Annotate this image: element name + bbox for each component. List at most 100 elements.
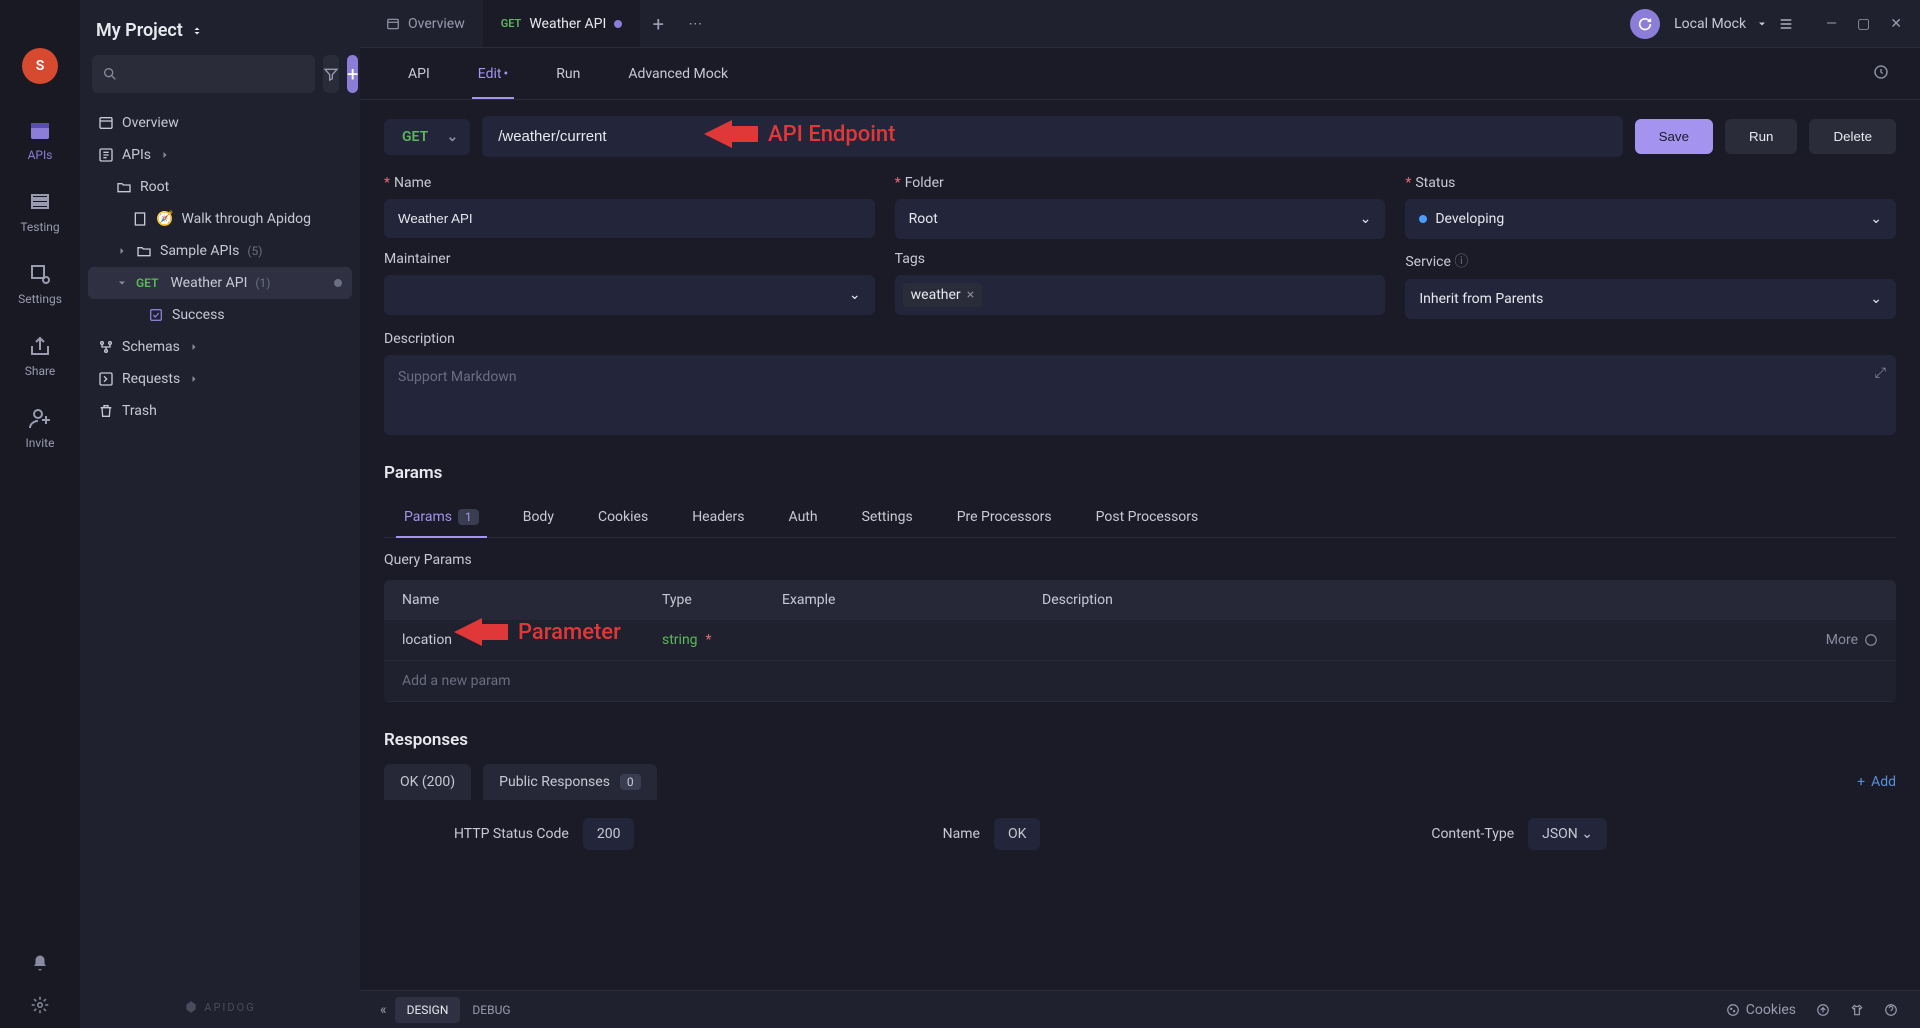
nav-testing[interactable]: Testing [0,176,80,248]
chevron-right-icon [116,245,128,257]
description-textarea[interactable]: Support Markdown ⤢ [384,355,1896,435]
resp-add-button[interactable]: +Add [1857,774,1896,790]
tree-requests[interactable]: Requests [88,363,352,395]
endpoint-input[interactable] [482,116,1622,157]
maximize-button[interactable]: ▢ [1853,12,1874,36]
subtabs: API Edit• Run Advanced Mock [360,48,1920,100]
response-tabs: OK (200) Public Responses 0 +Add [384,764,1896,800]
project-title[interactable]: My Project [80,0,360,55]
collapse-button[interactable]: « [372,998,395,1022]
field-tags: Tags weather× [895,251,1386,319]
avatar[interactable]: S [22,48,58,84]
maintainer-select[interactable]: ⌄ [384,275,875,315]
filter-button[interactable] [323,55,339,93]
run-button[interactable]: Run [1725,119,1797,154]
param-tab-params[interactable]: Params1 [384,497,499,537]
method-select[interactable]: GET ⌄ [384,119,470,155]
param-tab-post[interactable]: Post Processors [1076,497,1219,537]
param-tab-auth[interactable]: Auth [769,497,838,537]
responses-section-title: Responses [384,730,1896,750]
tab-weather-api[interactable]: GET Weather API [483,0,641,47]
status-select[interactable]: Developing ⌄ [1405,199,1896,239]
tags-input[interactable]: weather× [895,275,1386,315]
nav-apis[interactable]: APIs [0,104,80,176]
field-status: *Status Developing ⌄ [1405,175,1896,239]
param-tabs: Params1 Body Cookies Headers Auth Settin… [384,497,1896,538]
tag-remove-icon[interactable]: × [967,287,974,303]
subtab-advanced-mock[interactable]: Advanced Mock [604,48,752,99]
save-button[interactable]: Save [1635,119,1713,154]
params-section-title: Params [384,463,1896,483]
tree-trash[interactable]: Trash [88,395,352,427]
minimize-button[interactable]: — [1822,12,1841,36]
main: Overview GET Weather API + ⋯ Local Mock … [360,0,1920,1028]
http-status-input[interactable]: 200 [583,818,635,850]
folder-select[interactable]: Root ⌄ [895,199,1386,239]
tab-new[interactable]: + [640,6,676,42]
col-type: Type [662,592,782,608]
doc-icon [132,211,148,227]
service-select[interactable]: Inherit from Parents ⌄ [1405,279,1896,319]
param-row-add[interactable]: Add a new param [384,661,1896,702]
col-name: Name [402,592,662,608]
tree-walkthrough[interactable]: 🧭 Walk through Apidog [88,203,352,235]
nav-invite[interactable]: Invite [0,392,80,464]
delete-button[interactable]: Delete [1809,119,1896,154]
cookies-button[interactable]: Cookies [1716,1002,1806,1018]
nav-share[interactable]: Share [0,320,80,392]
name-input[interactable] [384,199,875,238]
tree-schemas[interactable]: Schemas [88,331,352,363]
menu-icon [1778,16,1794,32]
tree-overview[interactable]: Overview [88,107,352,139]
bb-tshirt-icon[interactable] [1840,1003,1874,1017]
tree-weather-api[interactable]: GET Weather API (1) [88,267,352,299]
resp-name-input[interactable]: OK [994,818,1040,850]
param-tab-body[interactable]: Body [503,497,574,537]
subtab-edit[interactable]: Edit• [454,48,532,99]
nav-settings-label: Settings [18,292,62,306]
filter-icon [323,66,339,82]
param-tab-cookies[interactable]: Cookies [578,497,668,537]
add-button[interactable]: + [347,55,358,93]
field-folder: *Folder Root ⌄ [895,175,1386,239]
env-select[interactable]: Local Mock [1660,16,1808,32]
tree-root[interactable]: Root [88,171,352,203]
modified-dot-icon [614,20,622,28]
chevron-right-icon [188,373,200,385]
param-tab-pre[interactable]: Pre Processors [937,497,1072,537]
tree: Overview APIs Root 🧭 Walk through Apidog… [80,107,360,986]
bb-help-icon[interactable] [1874,1003,1908,1017]
expand-icon[interactable]: ⤢ [1875,365,1886,381]
param-tab-settings[interactable]: Settings [842,497,933,537]
tree-apis[interactable]: APIs [88,139,352,171]
close-button[interactable]: ✕ [1886,12,1906,36]
search-input[interactable] [92,55,315,93]
field-name: *Name [384,175,875,239]
param-tab-headers[interactable]: Headers [672,497,764,537]
resp-tab-public[interactable]: Public Responses 0 [483,764,657,800]
calendar-icon [28,118,52,142]
nav-settings[interactable]: Settings [0,248,80,320]
param-name[interactable]: location [402,632,662,648]
param-more-button[interactable]: More [1826,632,1878,648]
subtab-run[interactable]: Run [532,48,604,99]
gear-icon[interactable] [21,986,59,1028]
preview-icon[interactable] [1866,57,1896,91]
notifications-icon[interactable] [21,944,59,986]
mode-debug[interactable]: DEBUG [460,997,522,1023]
tree-success[interactable]: Success [88,299,352,331]
content-type-select[interactable]: JSON ⌄ [1528,818,1607,850]
param-row[interactable]: location string* More Parameter [384,620,1896,661]
subtab-api[interactable]: API [384,48,454,99]
field-service: Service ⓘ Inherit from Parents ⌄ [1405,251,1896,319]
resp-tab-ok[interactable]: OK (200) [384,764,471,800]
tab-overview[interactable]: Overview [368,0,483,47]
folder-icon [136,243,152,259]
trash-icon [98,403,114,419]
refresh-button[interactable] [1630,9,1660,39]
bb-upload-icon[interactable] [1806,1003,1840,1017]
tab-more[interactable]: ⋯ [676,16,714,32]
mode-design[interactable]: DESIGN [395,997,461,1023]
tree-sample-apis[interactable]: Sample APIs (5) [88,235,352,267]
sidebar-wide: My Project + Overview APIs Root 🧭 Walk t… [80,0,360,1028]
